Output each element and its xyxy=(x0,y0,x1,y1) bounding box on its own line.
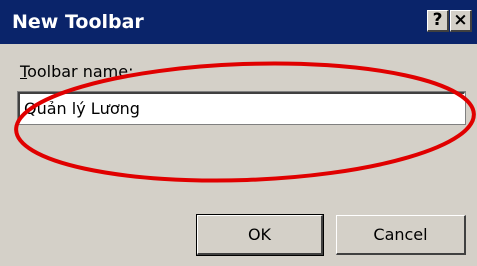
toolbar-name-input[interactable] xyxy=(17,91,466,125)
window-title: New Toolbar xyxy=(12,11,144,33)
toolbar-name-label: Toolbar name: xyxy=(20,62,133,82)
ok-button[interactable]: OK xyxy=(196,214,324,256)
close-button[interactable]: × xyxy=(450,10,472,32)
title-bar: New Toolbar ? × xyxy=(0,0,477,44)
new-toolbar-dialog: New Toolbar ? × Toolbar name: OK Cancel xyxy=(0,0,477,266)
label-text: oolbar name: xyxy=(27,62,134,81)
label-mnemonic: T xyxy=(20,62,28,81)
cancel-button[interactable]: Cancel xyxy=(336,215,466,255)
help-button[interactable]: ? xyxy=(427,10,449,32)
